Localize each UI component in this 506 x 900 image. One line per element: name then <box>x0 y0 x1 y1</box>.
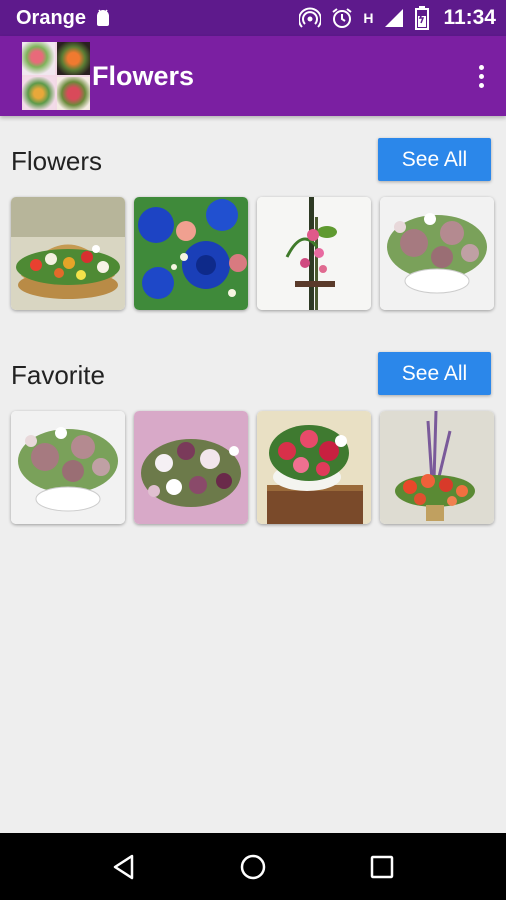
app-title: Flowers <box>92 60 195 91</box>
recents-icon[interactable] <box>352 837 412 897</box>
more-options-icon[interactable] <box>456 46 506 106</box>
section-flowers: Flowers See All <box>0 138 506 310</box>
section-title: Favorite <box>11 360 105 390</box>
flower-thumbnail[interactable] <box>134 197 248 310</box>
back-icon[interactable] <box>94 837 154 897</box>
network-type-label: H <box>363 10 374 26</box>
favorite-thumbnail[interactable] <box>380 411 494 524</box>
favorite-thumbnail[interactable] <box>257 411 371 524</box>
favorite-thumbnail[interactable] <box>11 411 125 524</box>
favorite-thumbnail[interactable] <box>134 411 248 524</box>
navigation-bar <box>0 833 506 900</box>
app-logo <box>22 42 90 110</box>
android-icon <box>94 8 112 28</box>
home-icon[interactable] <box>223 837 283 897</box>
flower-thumbnail[interactable] <box>380 197 494 310</box>
see-all-button[interactable]: See All <box>378 352 491 395</box>
signal-icon <box>383 7 405 29</box>
carrier-label: Orange <box>16 6 87 29</box>
hotspot-icon <box>299 7 322 29</box>
status-bar: Orange H 11:34 <box>0 0 506 36</box>
section-title: Flowers <box>11 146 103 176</box>
flower-thumbnail[interactable] <box>257 197 371 310</box>
clock: 11:34 <box>443 6 496 29</box>
flower-thumbnail[interactable] <box>11 197 125 310</box>
see-all-button[interactable]: See All <box>378 138 491 181</box>
alarm-icon <box>331 7 353 29</box>
app-bar: Flowers <box>0 36 506 116</box>
section-favorite: Favorite See All <box>0 352 506 524</box>
battery-icon <box>415 6 430 30</box>
